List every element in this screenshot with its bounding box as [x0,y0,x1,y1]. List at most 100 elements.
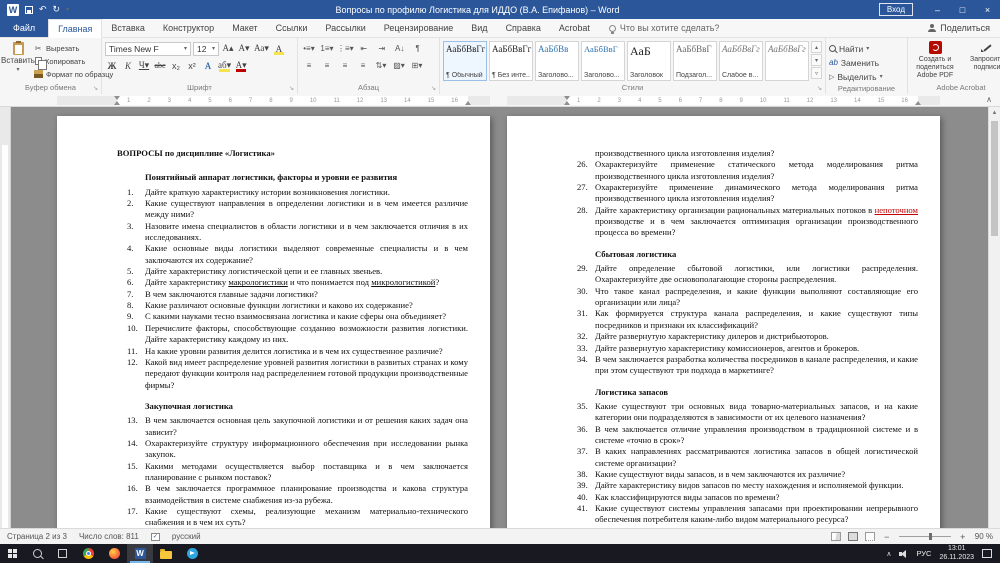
font-tool-button[interactable]: А▾ [234,59,248,73]
style-card[interactable]: АаБбВвГг ¶ Обычный [443,41,487,81]
speaker-icon[interactable] [899,550,908,558]
taskbar-search-button[interactable] [25,544,50,563]
style-card[interactable]: АаБбВвГг ¶ Без инте... [489,41,533,81]
document-page-left[interactable]: ВОПРОСЫ по дисциплине «Логистика» Поняти… [57,116,490,528]
style-card[interactable]: АаБбВвГг Слабое в... [719,41,763,81]
qat-customize-icon[interactable]: ▾ [66,6,69,13]
print-layout-icon[interactable] [848,532,858,541]
share-button[interactable]: Поделиться [918,19,1000,37]
change-case-button[interactable]: Аа▾ [253,42,270,56]
restore-button[interactable]: □ [950,0,975,19]
dialog-launcher-icon[interactable]: ↘ [93,86,98,92]
keyboard-language[interactable]: РУС [916,549,931,558]
paragraph-tool-button[interactable]: ⇥ [374,42,390,56]
taskbar-firefox-button[interactable] [101,544,127,563]
style-card[interactable]: АаБбВвГ Подзагол... [673,41,717,81]
taskbar-browser-button[interactable] [75,544,101,563]
find-button[interactable]: Найти ▾ [829,42,904,55]
ribbon-tab[interactable]: Макет [223,19,266,37]
web-layout-icon[interactable] [865,532,875,541]
spellcheck-icon[interactable]: ✓ [151,533,160,541]
scroll-up-icon[interactable]: ▲ [989,107,1000,119]
minimize-button[interactable]: – [925,0,950,19]
paragraph-tool-button[interactable]: ⋮≡▾ [337,42,354,56]
zoom-out-button[interactable]: − [882,532,892,542]
taskbar-word-button[interactable]: W [127,544,153,563]
grow-font-button[interactable]: А▴ [221,42,235,56]
ribbon-tab[interactable]: Вид [462,19,496,37]
action-center-icon[interactable] [982,549,992,558]
paragraph-tool-button[interactable]: ⇅▾ [373,59,389,73]
font-size-select[interactable]: 12▾ [193,42,219,56]
vertical-scrollbar[interactable]: ▲ [988,107,1000,528]
first-line-indent-marker[interactable] [564,96,570,100]
paragraph-tool-button[interactable]: ≡ [355,59,371,73]
scrollbar-thumb[interactable] [991,121,998,236]
right-indent-marker[interactable] [915,101,921,105]
zoom-in-button[interactable]: + [958,532,968,542]
font-tool-button[interactable]: К [121,59,135,73]
paragraph-tool-button[interactable]: ⊞▾ [409,59,425,73]
dialog-launcher-icon[interactable]: ↘ [817,86,822,92]
clear-formatting-button[interactable]: А [272,42,286,56]
redo-icon[interactable]: ↻ [53,5,61,14]
hanging-indent-marker[interactable] [564,101,570,105]
save-icon[interactable] [25,6,33,14]
font-tool-button[interactable]: x₂ [169,59,183,73]
font-tool-button[interactable]: аб▾ [217,59,232,73]
task-view-button[interactable] [50,544,75,563]
ribbon-tab[interactable]: Справка [497,19,550,37]
taskbar-telegram-button[interactable] [179,544,205,563]
style-card[interactable]: АаБбВв Заголово... [535,41,579,81]
close-button[interactable]: × [975,0,1000,19]
ribbon-tab[interactable]: Рецензирование [375,19,463,37]
zoom-slider[interactable] [899,536,951,537]
language-indicator[interactable]: русский [172,532,201,541]
font-tool-button[interactable]: abc [153,59,167,73]
dialog-launcher-icon[interactable]: ↘ [431,86,436,92]
paragraph-tool-button[interactable]: А↓ [392,42,408,56]
page-indicator[interactable]: Страница 2 из 3 [7,532,67,541]
paragraph-tool-button[interactable]: ▨▾ [391,59,407,73]
paragraph-tool-button[interactable]: ≡ [319,59,335,73]
shrink-font-button[interactable]: А▾ [237,42,251,56]
undo-icon[interactable]: ↶ [39,5,47,14]
ribbon-tab[interactable]: Acrobat [550,19,599,37]
paragraph-tool-button[interactable]: ¶ [410,42,426,56]
paste-button[interactable]: Вставить ▾ [3,40,33,73]
zoom-level[interactable]: 90 % [975,532,993,541]
dialog-launcher-icon[interactable]: ↘ [289,86,294,92]
ribbon-tab[interactable]: Рассылки [316,19,374,37]
sign-in-button[interactable]: Вход [879,3,913,16]
hanging-indent-marker[interactable] [114,101,120,105]
style-card[interactable]: АаБбВвГг [765,41,809,81]
start-button[interactable] [0,544,25,563]
gallery-more-icon[interactable]: ▿ [811,67,822,79]
font-family-select[interactable]: Times New F▾ [105,42,191,56]
ribbon-tab[interactable]: Файл [0,19,48,37]
paragraph-tool-button[interactable]: ≡ [337,59,353,73]
replace-button[interactable]: ab Заменить [829,56,904,69]
paragraph-tool-button[interactable]: 1≡▾ [319,42,335,56]
collapse-ribbon-icon[interactable]: ∧ [981,94,997,106]
ribbon-tab[interactable]: Вставка [102,19,153,37]
ribbon-tab[interactable]: Конструктор [154,19,223,37]
font-tool-button[interactable]: Ч▾ [137,59,151,73]
ribbon-tab[interactable]: Главная [48,19,102,38]
first-line-indent-marker[interactable] [114,96,120,100]
paragraph-tool-button[interactable]: •≡▾ [301,42,317,56]
font-tool-button[interactable]: x² [185,59,199,73]
word-count[interactable]: Число слов: 811 [79,532,139,541]
font-tool-button[interactable]: Ж [105,59,119,73]
document-page-right[interactable]: производственного цикла изготовления изд… [507,116,940,528]
style-card[interactable]: АаБбВвГ Заголово... [581,41,625,81]
gallery-up-icon[interactable]: ▴ [811,41,822,53]
zoom-slider-thumb[interactable] [929,533,932,540]
read-mode-icon[interactable] [831,532,841,541]
gallery-down-icon[interactable]: ▾ [811,54,822,66]
taskbar-explorer-button[interactable] [153,544,179,563]
ribbon-tab[interactable]: Ссылки [267,19,317,37]
paragraph-tool-button[interactable]: ⇤ [356,42,372,56]
hidden-icons-chevron[interactable]: ∧ [886,550,891,558]
tell-me-box[interactable]: Что вы хотите сделать? [599,19,730,37]
